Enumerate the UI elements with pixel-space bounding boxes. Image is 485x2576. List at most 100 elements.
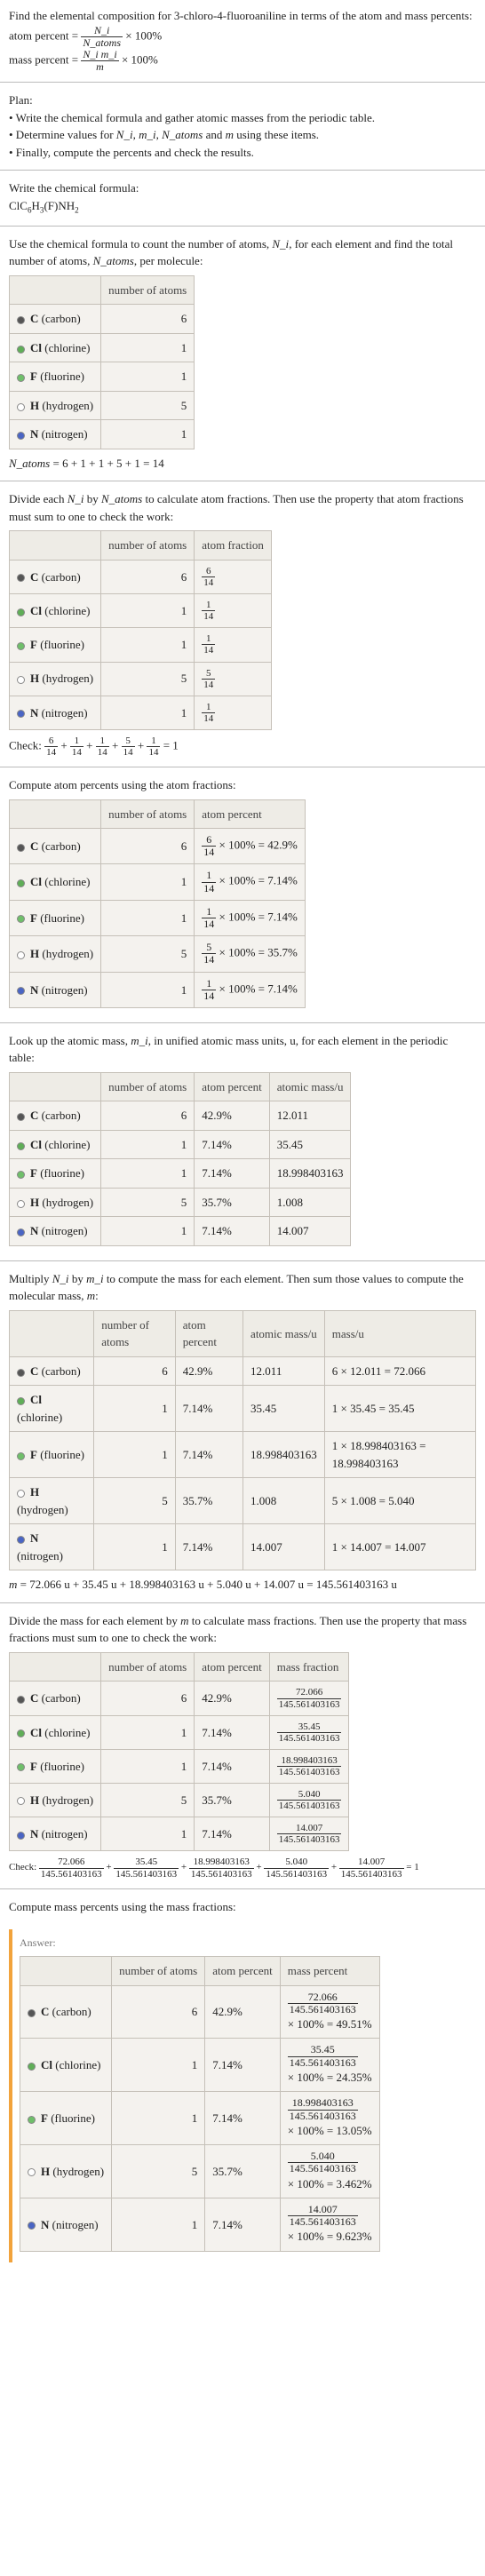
table-row: Cl (chlorine)17.14%35.45145.561403163 (10, 1715, 349, 1749)
text: m (87, 1289, 95, 1302)
element-cell: Cl (chlorine) (20, 2039, 112, 2092)
element-cell: F (fluorine) (20, 2092, 112, 2145)
calc-cell: 1 × 14.007 = 14.007 (324, 1524, 475, 1570)
element-dot-icon (17, 1729, 25, 1737)
col-header: number of atoms (112, 1957, 205, 1986)
fraction: 14.007145.561403163 (339, 1856, 404, 1879)
table-row: H (hydrogen)535.7%5.040145.561403163× 10… (20, 2145, 380, 2198)
n-cell: 1 (101, 1715, 195, 1749)
fraction: 114 (202, 978, 216, 1002)
element-dot-icon (17, 879, 25, 887)
element-dot-icon (17, 676, 25, 684)
text: N_i, m_i, N_atoms (116, 128, 203, 141)
frac-cell: 114 (195, 594, 272, 628)
element-cell: H (hydrogen) (10, 391, 101, 420)
fraction: 514 (122, 735, 135, 758)
element-cell: C (carbon) (10, 829, 101, 864)
element-dot-icon (28, 2222, 36, 2230)
table-row: N (nitrogen)17.14%14.007145.561403163 (10, 1817, 349, 1851)
fraction: 114 (202, 870, 216, 894)
pct-cell: 7.14% (195, 1130, 270, 1159)
fraction: 14.007145.561403163 (277, 1823, 342, 1845)
fraction: 114 (202, 906, 216, 930)
element-dot-icon (17, 844, 25, 852)
element-cell: H (hydrogen) (10, 1188, 101, 1217)
table-row: H (hydrogen)535.7%1.008 (10, 1188, 351, 1217)
atom-percent-frac: N_i N_atoms (81, 25, 123, 49)
element-dot-icon (17, 1452, 25, 1460)
text: N_atoms (101, 492, 142, 505)
atomic-mass-table: number of atomsatom percentatomic mass/u… (9, 1072, 351, 1246)
mass-fractions-table: number of atomsatom percentmass fraction… (9, 1652, 349, 1851)
element-dot-icon (17, 574, 25, 582)
count-atoms-block: Use the chemical formula to count the nu… (0, 228, 485, 480)
calc-cell: 1 × 18.998403163 = 18.998403163 (324, 1432, 475, 1478)
calc-cell: 5 × 1.008 = 5.040 (324, 1478, 475, 1524)
n-cell: 6 (112, 1985, 205, 2039)
answer-table: number of atomsatom percentmass percent … (20, 1956, 380, 2252)
table-row: N (nitrogen)1114 × 100% = 7.14% (10, 972, 306, 1007)
frac-num: N_i (81, 25, 123, 37)
table-row: Cl (chlorine)1 (10, 333, 195, 362)
atomic-mass-block: Look up the atomic mass, m_i, in unified… (0, 1025, 485, 1259)
pct-cell: 7.14% (205, 2198, 281, 2252)
fraction: 614 (202, 834, 216, 858)
element-cell: Cl (chlorine) (10, 1715, 101, 1749)
table-row: H (hydrogen)5 (10, 391, 195, 420)
n-cell: 5 (101, 662, 195, 696)
fraction: 114 (96, 735, 109, 758)
col-header: atom fraction (195, 531, 272, 561)
frac-cell: 514 (195, 662, 272, 696)
table-row: F (fluorine)17.14%18.998403163145.561403… (20, 2092, 380, 2145)
pct-cell: 7.14% (195, 1749, 270, 1783)
count-atoms-text: Use the chemical formula to count the nu… (9, 235, 476, 270)
table-row: F (fluorine)17.14%18.998403163 (10, 1159, 351, 1189)
n-cell: 1 (101, 333, 195, 362)
pct-cell: 514 × 100% = 35.7% (195, 936, 306, 972)
col-header: mass percent (280, 1957, 379, 1986)
mass-cell: 35.45 (243, 1386, 325, 1432)
col-header: number of atoms (101, 1072, 195, 1101)
text: m (226, 128, 234, 141)
intro-text: Find the elemental composition for 3-chl… (9, 7, 476, 25)
frac-den: N_atoms (81, 37, 123, 49)
text: , per molecule: (134, 254, 203, 267)
times-100: × 100% (122, 53, 158, 67)
text: m (180, 1614, 188, 1627)
mass-cell: 12.011 (269, 1101, 351, 1131)
element-cell: C (carbon) (10, 1356, 94, 1386)
element-dot-icon (17, 432, 25, 440)
element-dot-icon (17, 1696, 25, 1704)
element-dot-icon (17, 346, 25, 354)
atom-fractions-table: number of atomsatom fraction C (carbon)6… (9, 530, 272, 729)
col-header: number of atoms (101, 531, 195, 561)
divider (0, 1022, 485, 1023)
final-cell: 14.007145.561403163× 100% = 9.623% (280, 2198, 379, 2252)
n-cell: 6 (101, 560, 195, 593)
natoms-equation: N_atoms = 6 + 1 + 1 + 5 + 1 = 14 (9, 455, 476, 473)
n-cell: 1 (101, 362, 195, 392)
table-row: H (hydrogen)535.7%1.0085 × 1.008 = 5.040 (10, 1478, 476, 1524)
element-cell: C (carbon) (10, 1101, 101, 1131)
text: Look up the atomic mass, (9, 1034, 131, 1047)
frac-cell: 35.45145.561403163 (269, 1715, 349, 1749)
text: m_i (131, 1034, 148, 1047)
fraction: 5.040145.561403163 (264, 1856, 329, 1879)
calc-cell: 1 × 35.45 = 35.45 (324, 1386, 475, 1432)
n-cell: 1 (94, 1386, 176, 1432)
intro-block: Find the elemental composition for 3-chl… (0, 0, 485, 80)
final-cell: 18.998403163145.561403163× 100% = 13.05% (280, 2092, 379, 2145)
col-header: number of atoms (101, 799, 195, 829)
fraction: 514 (202, 942, 216, 966)
n-cell: 6 (101, 1682, 195, 1715)
mass-cell: 14.007 (269, 1217, 351, 1246)
n-cell: 1 (94, 1524, 176, 1570)
atomic-mass-text: Look up the atomic mass, m_i, in unified… (9, 1032, 476, 1067)
element-cell: F (fluorine) (10, 900, 101, 935)
frac-cell: 72.066145.561403163 (269, 1682, 349, 1715)
col-header: atom percent (205, 1957, 281, 1986)
fraction: 114 (147, 735, 160, 758)
check-label: Check: (9, 739, 44, 752)
element-dot-icon (17, 642, 25, 650)
element-cell: Cl (chlorine) (10, 1386, 94, 1432)
